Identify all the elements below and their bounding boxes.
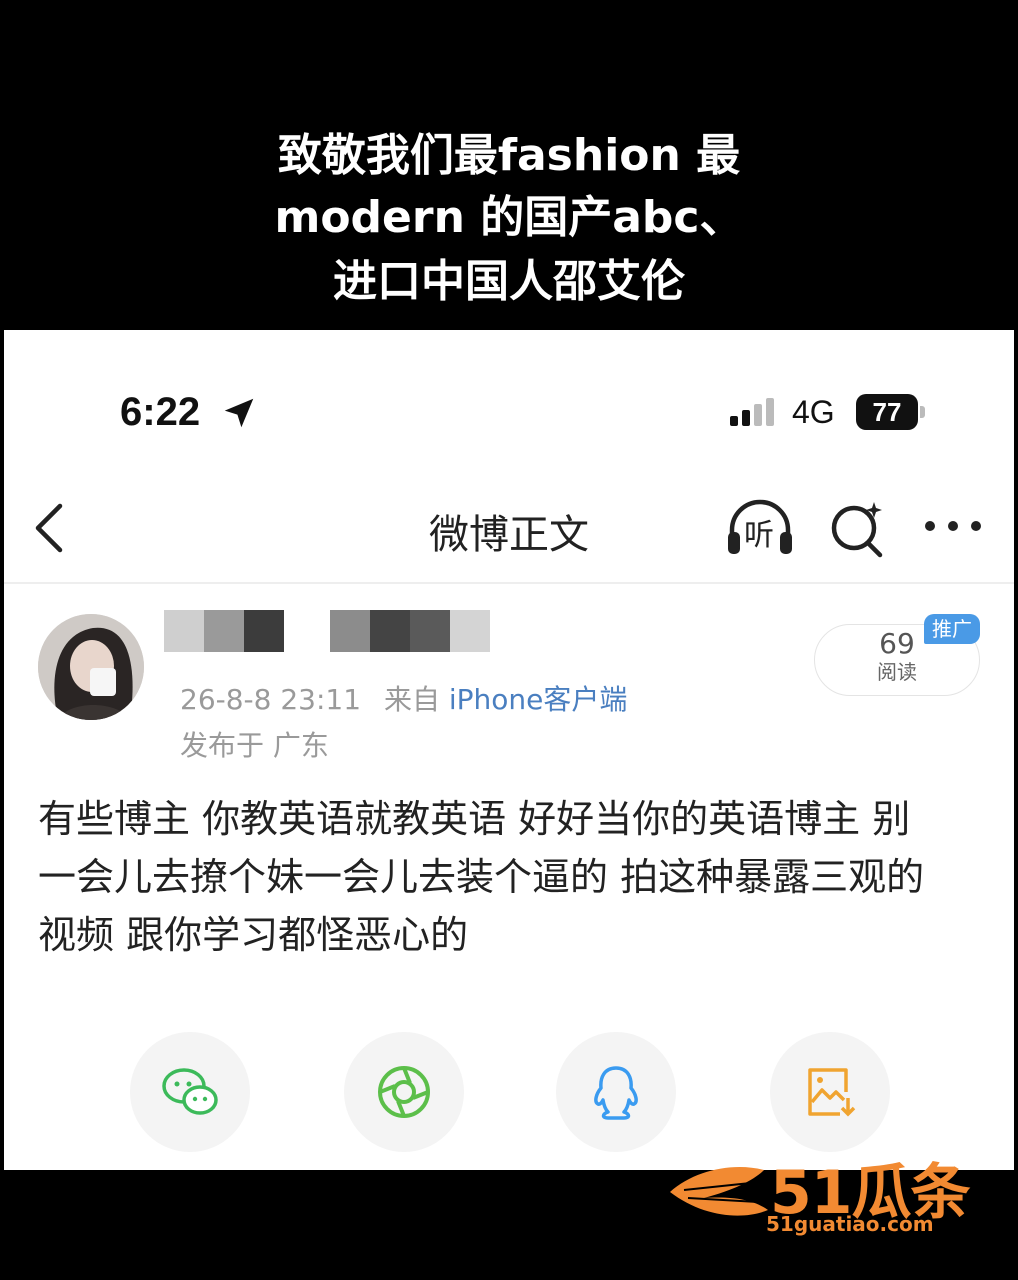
- source-prefix: 来自: [383, 683, 440, 716]
- qq-icon: [594, 1066, 638, 1120]
- caption-line-2: modern 的国产abc、: [274, 192, 744, 243]
- more-icon[interactable]: [922, 518, 984, 534]
- post-source[interactable]: iPhone客户端: [449, 683, 628, 716]
- username-redacted[interactable]: [164, 610, 494, 652]
- promote-badge[interactable]: 推广: [924, 614, 980, 644]
- search-icon[interactable]: [826, 496, 890, 560]
- battery-icon: 77: [856, 394, 928, 430]
- share-qq-button[interactable]: [556, 1032, 676, 1152]
- battery-level: 77: [856, 394, 918, 430]
- network-type: 4G: [792, 394, 835, 430]
- caption-line-3: 进口中国人邵艾伦: [333, 256, 685, 307]
- avatar-photo: [38, 614, 144, 720]
- share-wechat-button[interactable]: [130, 1032, 250, 1152]
- listen-label: 听: [744, 518, 774, 553]
- status-time: 6:22: [120, 390, 201, 434]
- post-meta: 26-8-8 23:11 来自 iPhone客户端: [180, 678, 627, 718]
- avatar[interactable]: [38, 614, 144, 720]
- share-moments-button[interactable]: [344, 1032, 464, 1152]
- nav-divider: [4, 582, 1014, 584]
- location-arrow-icon: [224, 398, 254, 428]
- save-image-icon: [808, 1068, 856, 1117]
- watermark-url: 51guatiao.com: [766, 1212, 934, 1236]
- post-text: 有些博主 你教英语就教英语 好好当你的英语博主 别 一会儿去撩个妹一会儿去装个逼…: [38, 790, 988, 964]
- wechat-icon: [162, 1068, 218, 1115]
- post-date: 26-8-8 23:11: [180, 683, 362, 716]
- weibo-screenshot: 6:22 4G 77 微博正文 听 26-8-8 23:11 来自 iPhone…: [4, 330, 1014, 1170]
- listen-button[interactable]: 听: [724, 496, 796, 560]
- read-count-label: 阅读: [877, 660, 917, 684]
- post-text-line: 有些博主 你教英语就教英语 好好当你的英语博主 别: [38, 797, 911, 841]
- save-image-button[interactable]: [770, 1032, 890, 1152]
- post-location: 发布于 广东: [180, 729, 329, 762]
- signal-icon: [730, 398, 774, 426]
- caption-line-1: 致敬我们最fashion 最: [277, 130, 741, 181]
- moments-icon: [378, 1066, 430, 1118]
- caption-banner: 致敬我们最fashion 最 modern 的国产abc、 进口中国人邵艾伦: [0, 0, 1018, 330]
- post-text-line: 一会儿去撩个妹一会儿去装个逼的 拍这种暴露三观的: [38, 855, 925, 899]
- post-text-line: 视频 跟你学习都怪恶心的: [38, 913, 469, 957]
